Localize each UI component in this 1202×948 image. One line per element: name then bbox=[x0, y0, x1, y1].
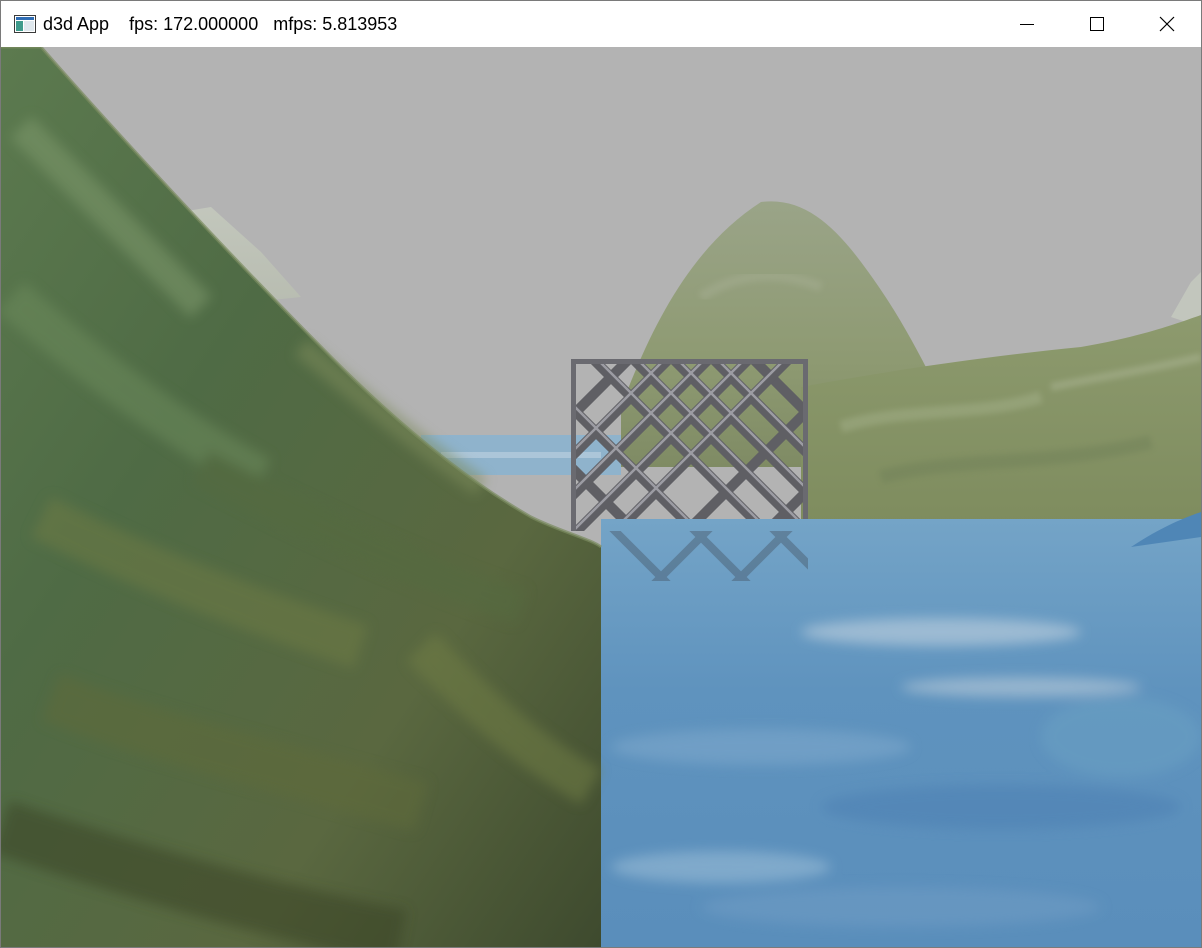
maximize-icon bbox=[1090, 17, 1104, 31]
title-bar[interactable]: d3d App fps: 172.000000 mfps: 5.813953 bbox=[1, 1, 1201, 47]
minimize-icon bbox=[1020, 24, 1034, 25]
mfps-readout: mfps: 5.813953 bbox=[273, 14, 398, 34]
window-title: d3d App fps: 172.000000 mfps: 5.813953 bbox=[43, 14, 397, 34]
maximize-button[interactable] bbox=[1062, 1, 1132, 47]
render-viewport[interactable] bbox=[1, 47, 1201, 947]
minimize-button[interactable] bbox=[992, 1, 1062, 47]
app-title: d3d App bbox=[43, 14, 110, 34]
app-window-icon bbox=[14, 15, 36, 33]
app-window: d3d App fps: 172.000000 mfps: 5.813953 bbox=[0, 0, 1202, 948]
close-button[interactable] bbox=[1132, 1, 1202, 47]
close-icon bbox=[1159, 16, 1175, 32]
3d-scene bbox=[1, 47, 1201, 947]
fps-readout: fps: 172.000000 bbox=[129, 14, 259, 34]
